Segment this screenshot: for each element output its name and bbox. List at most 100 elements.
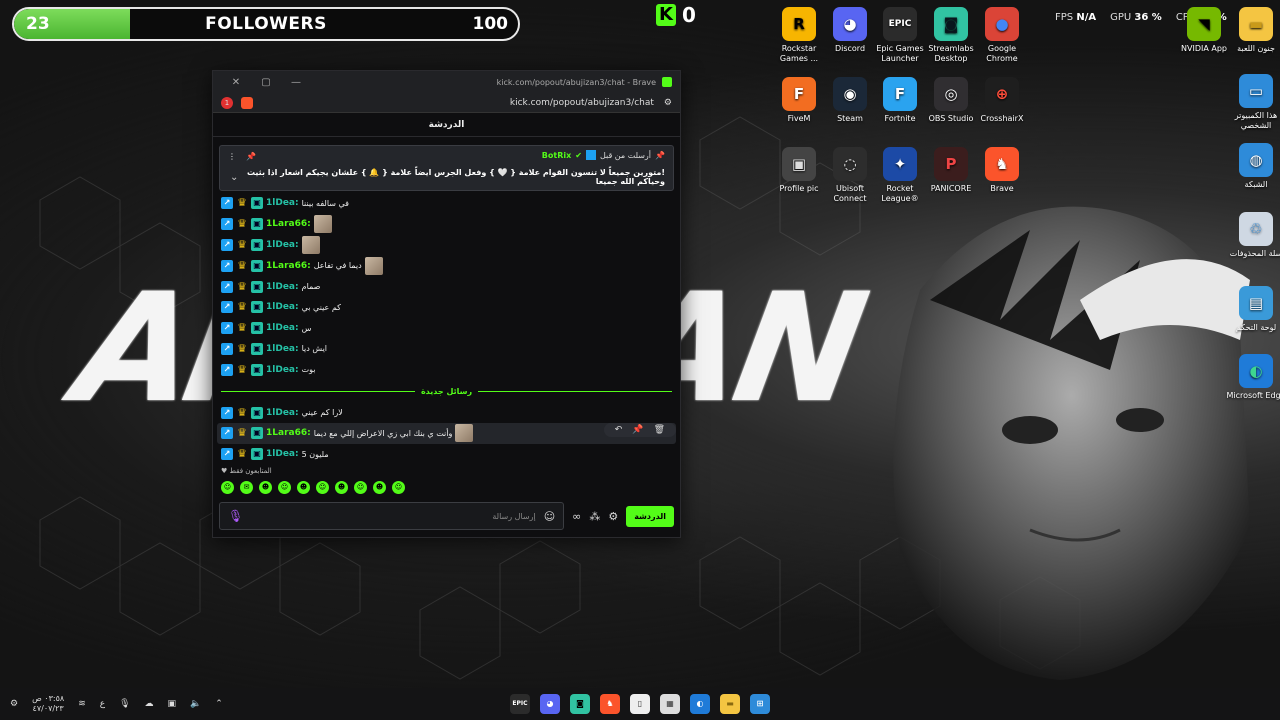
display-icon[interactable]: ▣ bbox=[168, 699, 177, 709]
chat-message[interactable]: ↗ ♛ ▣ 1lDea: bbox=[221, 235, 672, 256]
emote-icon[interactable]: ☺ bbox=[354, 481, 367, 494]
chat-username[interactable]: 1Lara66: bbox=[266, 219, 311, 229]
chat-message[interactable]: ↗ ♛ ▣ 1lDea: لارا كم عيني bbox=[221, 402, 672, 423]
brave-shield-icon[interactable] bbox=[241, 96, 253, 109]
window-titlebar[interactable]: ✕ ▢ — kick.com/popout/abujizan3/chat - B… bbox=[213, 71, 680, 93]
pin-icon[interactable]: 📌 bbox=[627, 425, 648, 435]
chat-username[interactable]: 1lDea: bbox=[266, 282, 299, 292]
emote-icon[interactable]: ☻ bbox=[297, 481, 310, 494]
chat-message[interactable]: ↗ ♛ ▣ 1Lara66: bbox=[221, 214, 672, 235]
emote-icon[interactable]: ☺ bbox=[392, 481, 405, 494]
chat-username[interactable]: 1lDea: bbox=[266, 449, 299, 459]
file-taskbar-icon[interactable]: ▯ bbox=[630, 694, 650, 714]
site-settings-icon[interactable]: ⚙ bbox=[664, 98, 672, 108]
unpin-icon[interactable]: 📌 bbox=[246, 152, 256, 161]
close-icon[interactable]: ✕ bbox=[221, 77, 251, 88]
emote-icon[interactable]: ✉ bbox=[240, 481, 253, 494]
infinity-icon[interactable]: ∞ bbox=[572, 510, 581, 523]
chat-text: صمام bbox=[301, 282, 321, 292]
desktop-icon-recycle-bin[interactable]: ♲ سلة المحذوفات bbox=[1226, 212, 1280, 259]
chat-username[interactable]: 1lDea: bbox=[266, 240, 299, 250]
desktop-icon-chrome[interactable]: ● Google Chrome bbox=[972, 7, 1032, 64]
streamlabs-taskbar-icon[interactable]: ◙ bbox=[570, 694, 590, 714]
subscriber-badge-icon: ▣ bbox=[251, 427, 263, 440]
keyboard-lang-indicator[interactable]: ع bbox=[100, 699, 105, 709]
edge-icon: ◐ bbox=[1239, 354, 1273, 388]
reply-icon[interactable]: ↶ bbox=[610, 425, 628, 435]
edge-taskbar-icon[interactable]: ◐ bbox=[690, 694, 710, 714]
microphone-icon[interactable]: 🎙 bbox=[228, 509, 243, 523]
desktop-icon-network[interactable]: ◍ الشبكة bbox=[1226, 143, 1280, 190]
chat-username[interactable]: 1Lara66: bbox=[266, 428, 311, 438]
crown-icon: ♛ bbox=[237, 237, 247, 251]
desktop-icon-nvidia[interactable]: ◥ NVIDIA App bbox=[1174, 7, 1234, 54]
delete-icon[interactable]: 🗑 bbox=[649, 425, 670, 435]
emote-icon[interactable]: ☻ bbox=[335, 481, 348, 494]
chat-username[interactable]: 1lDea: bbox=[266, 198, 299, 208]
crown-icon: ♛ bbox=[237, 258, 247, 272]
emote-icon[interactable]: ☻ bbox=[259, 481, 272, 494]
emote-quick-bar[interactable]: ☺ ✉ ☻ ☺ ☻ ☺ ☻ ☺ ☻ ☺ bbox=[221, 481, 405, 494]
address-bar[interactable]: 1 kick.com/popout/abujizan3/chat ⚙ bbox=[213, 93, 680, 113]
chat-message[interactable]: ↗ ♛ ▣ 1lDea: بوت bbox=[221, 359, 672, 380]
chat-username[interactable]: 1Lara66: bbox=[266, 261, 311, 271]
chevron-down-icon[interactable]: ⌄ bbox=[230, 172, 238, 183]
desktop-icon-computer[interactable]: ▭ هذا الكمبيوتر الشخصي bbox=[1226, 74, 1280, 131]
chat-popout-window[interactable]: ✕ ▢ — kick.com/popout/abujizan3/chat - B… bbox=[212, 70, 681, 538]
emoji-picker-icon[interactable]: ☺ bbox=[544, 510, 555, 523]
emote-icon[interactable]: ☻ bbox=[373, 481, 386, 494]
chat-text: لارا كم عيني bbox=[301, 408, 343, 418]
chat-message[interactable]: ↗ ♛ ▣ 1lDea: في سالفه بيننا bbox=[221, 193, 672, 214]
more-options-icon[interactable]: ⋮ bbox=[228, 152, 236, 161]
minimize-icon[interactable]: — bbox=[281, 77, 311, 88]
wifi-icon[interactable]: ≋ bbox=[78, 699, 86, 709]
emote-icon[interactable]: ☺ bbox=[221, 481, 234, 494]
chat-message[interactable]: ↗ ♛ ▣ 1lDea: س bbox=[221, 318, 672, 339]
microphone-tray-icon[interactable]: 🎙 bbox=[119, 699, 130, 709]
chat-message[interactable]: ↗ ♛ ▣ 1lDea: ايش ديا bbox=[221, 339, 672, 360]
notification-badge[interactable]: 1 bbox=[221, 96, 233, 109]
emote-icon[interactable]: ☺ bbox=[316, 481, 329, 494]
desktop-icon-brave[interactable]: ♞ Brave bbox=[972, 147, 1032, 194]
chat-message[interactable]: ↗ ♛ ▣ 1lDea: كم عيني بي bbox=[221, 297, 672, 318]
settings-gear-icon[interactable]: ⚙ bbox=[10, 699, 18, 709]
maximize-icon[interactable]: ▢ bbox=[251, 77, 281, 88]
chat-message[interactable]: ↗ ♛ ▣ 1Lara66: وأنت ي بنك ابي زي الاعراض إلل… bbox=[217, 422, 676, 444]
desktop-icon-edge[interactable]: ◐ Microsoft Edge bbox=[1226, 354, 1280, 401]
epic-games-taskbar-icon[interactable]: EPIC bbox=[510, 694, 530, 714]
chat-username[interactable]: 1lDea: bbox=[266, 408, 299, 418]
chat-username[interactable]: 1lDea: bbox=[266, 344, 299, 354]
send-chat-button[interactable]: الدردشة bbox=[626, 505, 674, 527]
chevron-up-icon[interactable]: ⌃ bbox=[215, 699, 223, 709]
windows-start-icon[interactable]: ⊞ bbox=[750, 694, 770, 714]
chat-input[interactable]: ☺ إرسال رسالة 🎙 bbox=[219, 502, 565, 530]
chat-username[interactable]: 1lDea: bbox=[266, 302, 299, 312]
chat-message[interactable]: ↗ ♛ ▣ 1lDea: صمام bbox=[221, 276, 672, 297]
control-panel-icon: ▤ bbox=[1239, 286, 1273, 320]
chat-username[interactable]: 1lDea: bbox=[266, 323, 299, 333]
kick-counter: K 0 bbox=[656, 3, 696, 27]
users-icon[interactable]: ⁂ bbox=[589, 510, 600, 523]
desktop-icon-folder[interactable]: ▬ جنون اللعبة bbox=[1226, 7, 1280, 54]
gpu-stat: GPU 36 % bbox=[1110, 12, 1162, 23]
emote-icon[interactable]: ☺ bbox=[278, 481, 291, 494]
desktop-icon-crosshairx[interactable]: ⊕ CrosshairX bbox=[972, 77, 1032, 124]
desktop-icon-control-panel[interactable]: ▤ لوحة التحكم bbox=[1226, 286, 1280, 333]
taskbar: ⚙ ٠٣:٥٨ ص ٤٧/٠٧/٢٣ ≋ ع 🎙 ☁ ▣ 🔈 ⌃ EPIC ◕ ◙… bbox=[0, 688, 1280, 720]
gear-icon[interactable]: ⚙ bbox=[608, 510, 618, 523]
discord-taskbar-icon[interactable]: ◕ bbox=[540, 694, 560, 714]
pinned-message[interactable]: 📌 أرسلت من قبل ✔ BotRix !متورين جميعاً ل… bbox=[219, 145, 674, 191]
clock[interactable]: ٠٣:٥٨ ص ٤٧/٠٧/٢٣ bbox=[32, 694, 64, 714]
chat-message[interactable]: ↗ ♛ ▣ 1lDea: مليون 5 bbox=[221, 444, 672, 465]
volume-icon[interactable]: 🔈 bbox=[190, 699, 201, 709]
onedrive-icon[interactable]: ☁ bbox=[145, 699, 154, 709]
subscriber-badge-icon: ▣ bbox=[251, 322, 263, 335]
brave-taskbar-icon[interactable]: ♞ bbox=[600, 694, 620, 714]
chat-message[interactable]: ↗ ♛ ▣ 1Lara66: ديما في تفاعل bbox=[221, 255, 672, 276]
file-explorer-taskbar-icon[interactable]: ▬ bbox=[720, 694, 740, 714]
chat-username[interactable]: 1lDea: bbox=[266, 365, 299, 375]
chat-text: مليون 5 bbox=[301, 449, 329, 459]
store-taskbar-icon[interactable]: ▦ bbox=[660, 694, 680, 714]
url-text[interactable]: kick.com/popout/abujizan3/chat bbox=[510, 98, 654, 108]
pinned-author[interactable]: BotRix bbox=[542, 151, 571, 160]
